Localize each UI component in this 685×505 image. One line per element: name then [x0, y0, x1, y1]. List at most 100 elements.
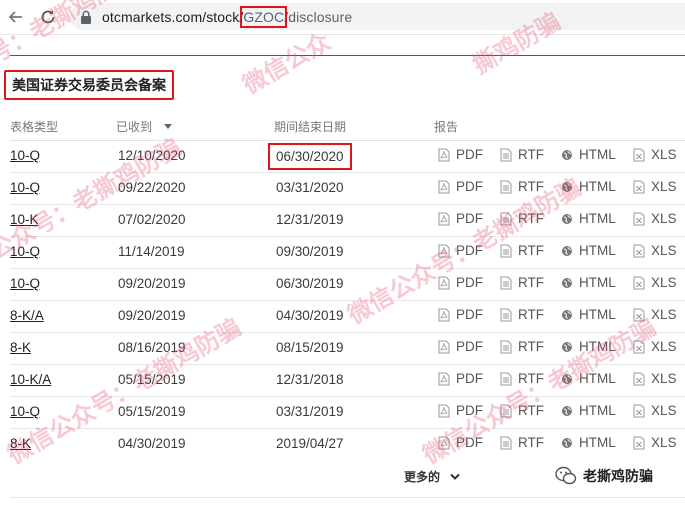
- url-prefix: otcmarkets.com/stock/: [102, 8, 244, 25]
- pdf-label: PDF: [456, 179, 483, 194]
- globe-icon: [562, 149, 572, 160]
- filing-type-link[interactable]: 10-Q: [10, 404, 40, 419]
- wechat-icon: [555, 466, 577, 485]
- filing-type-link[interactable]: 8-K: [10, 340, 31, 355]
- xls-link[interactable]: XLS: [633, 371, 677, 386]
- xls-link[interactable]: XLS: [633, 275, 677, 290]
- pdf-file-icon: [438, 308, 450, 321]
- xls-file-icon: [633, 436, 645, 449]
- rtf-link[interactable]: RTF: [500, 147, 544, 162]
- pdf-link[interactable]: PDF: [438, 403, 483, 418]
- rtf-file-icon: [500, 276, 512, 289]
- filing-type-link[interactable]: 10-K/A: [10, 372, 51, 387]
- html-link[interactable]: HTML: [561, 179, 616, 194]
- period-end-date: 09/30/2019: [276, 244, 344, 259]
- rtf-label: RTF: [518, 275, 544, 290]
- header-period-end: 期间结束日期: [274, 120, 347, 134]
- html-link[interactable]: HTML: [561, 243, 616, 258]
- xls-link[interactable]: XLS: [633, 435, 677, 450]
- pdf-label: PDF: [456, 339, 483, 354]
- rtf-file-icon: [500, 244, 512, 257]
- reload-icon[interactable]: [38, 7, 58, 27]
- xls-file-icon: [633, 372, 645, 385]
- rtf-file-icon: [500, 404, 512, 417]
- rtf-file-icon: [500, 340, 512, 353]
- html-label: HTML: [579, 371, 616, 386]
- xls-label: XLS: [651, 371, 677, 386]
- xls-label: XLS: [651, 339, 677, 354]
- rtf-link[interactable]: RTF: [500, 275, 544, 290]
- html-link[interactable]: HTML: [561, 275, 616, 290]
- rtf-link[interactable]: RTF: [500, 211, 544, 226]
- xls-link[interactable]: XLS: [633, 211, 677, 226]
- pdf-label: PDF: [456, 371, 483, 386]
- table-row: 10-Q 09/20/2019 06/30/2019 PDF RTF HTML …: [10, 269, 685, 301]
- pdf-link[interactable]: PDF: [438, 371, 483, 386]
- pdf-link[interactable]: PDF: [438, 275, 483, 290]
- rtf-label: RTF: [518, 435, 544, 450]
- address-bar[interactable]: otcmarkets.com/stock/GZOC/disclosure: [70, 3, 685, 30]
- received-date: 09/22/2020: [118, 180, 186, 195]
- xls-file-icon: [633, 212, 645, 225]
- rtf-link[interactable]: RTF: [500, 403, 544, 418]
- html-link[interactable]: HTML: [561, 371, 616, 386]
- filing-type-link[interactable]: 10-Q: [10, 276, 40, 291]
- pdf-label: PDF: [456, 243, 483, 258]
- back-arrow-icon[interactable]: [6, 7, 26, 27]
- rtf-link[interactable]: RTF: [500, 435, 544, 450]
- rtf-link[interactable]: RTF: [500, 243, 544, 258]
- html-link[interactable]: HTML: [561, 307, 616, 322]
- period-end-date: 06/30/2020: [268, 143, 352, 170]
- rtf-link[interactable]: RTF: [500, 339, 544, 354]
- pdf-link[interactable]: PDF: [438, 147, 483, 162]
- html-link[interactable]: HTML: [561, 435, 616, 450]
- xls-link[interactable]: XLS: [633, 243, 677, 258]
- filing-type-link[interactable]: 8-K: [10, 436, 31, 451]
- table-row: 10-K/A 05/15/2019 12/31/2018 PDF RTF HTM…: [10, 365, 685, 397]
- pdf-link[interactable]: PDF: [438, 307, 483, 322]
- xls-link[interactable]: XLS: [633, 339, 677, 354]
- html-link[interactable]: HTML: [561, 339, 616, 354]
- xls-label: XLS: [651, 243, 677, 258]
- filing-type-link[interactable]: 10-Q: [10, 180, 40, 195]
- pdf-link[interactable]: PDF: [438, 435, 483, 450]
- pdf-file-icon: [438, 404, 450, 417]
- filing-type-link[interactable]: 10-Q: [10, 148, 40, 163]
- html-label: HTML: [579, 243, 616, 258]
- rtf-link[interactable]: RTF: [500, 179, 544, 194]
- rtf-link[interactable]: RTF: [500, 371, 544, 386]
- pdf-link[interactable]: PDF: [438, 211, 483, 226]
- table-row: 10-K 07/02/2020 12/31/2019 PDF RTF HTML …: [10, 205, 685, 237]
- pdf-link[interactable]: PDF: [438, 179, 483, 194]
- table-row: 10-Q 05/15/2019 03/31/2019 PDF RTF HTML …: [10, 397, 685, 429]
- globe-icon: [562, 245, 572, 256]
- filing-type-link[interactable]: 8-K/A: [10, 308, 44, 323]
- filing-type-link[interactable]: 10-Q: [10, 244, 40, 259]
- more-button[interactable]: 更多的: [404, 468, 460, 485]
- table-row: 10-Q 11/14/2019 09/30/2019 PDF RTF HTML …: [10, 237, 685, 269]
- pdf-link[interactable]: PDF: [438, 339, 483, 354]
- pdf-link[interactable]: PDF: [438, 243, 483, 258]
- sort-caret-icon[interactable]: [164, 124, 173, 129]
- filing-type-link[interactable]: 10-K: [10, 212, 39, 227]
- rtf-label: RTF: [518, 147, 544, 162]
- received-date: 08/16/2019: [118, 340, 186, 355]
- received-date: 09/20/2019: [118, 308, 186, 323]
- pdf-file-icon: [438, 244, 450, 257]
- header-received[interactable]: 已收到: [116, 118, 173, 135]
- xls-link[interactable]: XLS: [633, 403, 677, 418]
- rtf-file-icon: [500, 308, 512, 321]
- pdf-file-icon: [438, 148, 450, 161]
- xls-link[interactable]: XLS: [633, 307, 677, 322]
- xls-link[interactable]: XLS: [633, 147, 677, 162]
- html-link[interactable]: HTML: [561, 147, 616, 162]
- xls-link[interactable]: XLS: [633, 179, 677, 194]
- rtf-label: RTF: [518, 179, 544, 194]
- html-label: HTML: [579, 147, 616, 162]
- period-end-date: 06/30/2019: [276, 276, 344, 291]
- rtf-link[interactable]: RTF: [500, 307, 544, 322]
- received-date: 09/20/2019: [118, 276, 186, 291]
- html-link[interactable]: HTML: [561, 211, 616, 226]
- html-link[interactable]: HTML: [561, 403, 616, 418]
- rtf-label: RTF: [518, 307, 544, 322]
